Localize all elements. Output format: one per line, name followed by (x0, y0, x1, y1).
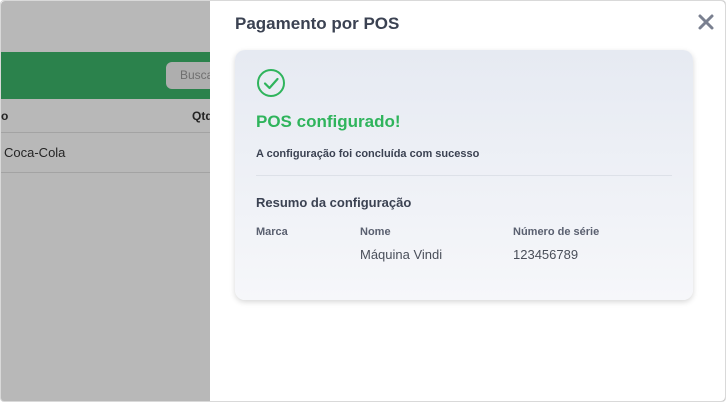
name-label: Nome (360, 226, 391, 238)
configuration-success-card: POS configurado! A configuração foi conc… (235, 50, 693, 300)
drawer-title: Pagamento por POS (235, 14, 400, 33)
success-title: POS configurado! (256, 112, 401, 131)
check-circle-icon (257, 69, 285, 97)
close-icon (698, 14, 714, 30)
brand-label: Marca (256, 226, 288, 238)
pos-payment-drawer: Pagamento por POS POS configurado! A con… (210, 1, 725, 401)
name-value: Máquina Vindi (360, 247, 443, 262)
card-divider (256, 175, 672, 176)
close-button[interactable] (695, 11, 717, 33)
summary-title: Resumo da configuração (256, 195, 412, 210)
success-subtitle: A configuração foi concluída com sucesso (256, 148, 480, 160)
serial-number-value: 123456789 (513, 247, 579, 262)
serial-number-label: Número de série (513, 226, 600, 238)
